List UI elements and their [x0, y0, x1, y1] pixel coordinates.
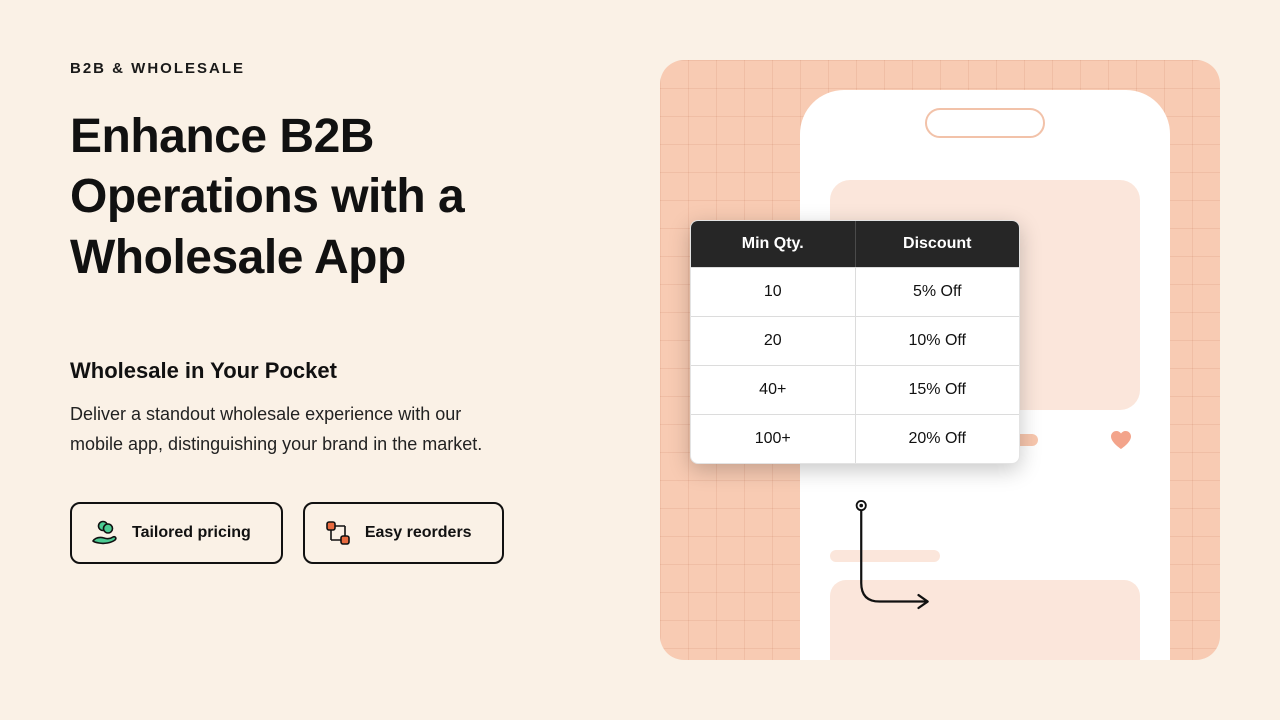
table-row: 100+ 20% Off	[691, 414, 1019, 463]
body-copy: Deliver a standout wholesale experience …	[70, 400, 510, 459]
table-row: 20 10% Off	[691, 316, 1019, 365]
table-header-row: Min Qty. Discount	[691, 221, 1019, 267]
table-cell-discount: 15% Off	[856, 366, 1020, 414]
table-row: 10 5% Off	[691, 267, 1019, 316]
table-header-qty: Min Qty.	[691, 221, 856, 267]
illustration-panel: Min Qty. Discount 10 5% Off 20 10% Off 4…	[660, 60, 1220, 660]
table-cell-discount: 20% Off	[856, 415, 1020, 463]
connector-arrow-icon	[850, 500, 950, 620]
table-header-discount: Discount	[856, 221, 1020, 267]
feature-pill-pricing[interactable]: Tailored pricing	[70, 502, 283, 564]
feature-pill-reorders[interactable]: Easy reorders	[303, 502, 504, 564]
table-cell-discount: 10% Off	[856, 317, 1020, 365]
eyebrow-label: B2B & WHOLESALE	[70, 60, 580, 77]
table-cell-qty: 20	[691, 317, 856, 365]
table-cell-discount: 5% Off	[856, 268, 1020, 316]
phone-notch	[925, 108, 1045, 138]
feature-pill-reorders-label: Easy reorders	[365, 524, 472, 542]
heart-icon	[1110, 430, 1132, 455]
hand-coins-icon	[90, 518, 120, 548]
page-headline: Enhance B2B Operations with a Wholesale …	[70, 107, 580, 288]
reorder-flow-icon	[323, 518, 353, 548]
table-row: 40+ 15% Off	[691, 365, 1019, 414]
feature-pill-pricing-label: Tailored pricing	[132, 524, 251, 542]
table-cell-qty: 10	[691, 268, 856, 316]
table-cell-qty: 40+	[691, 366, 856, 414]
subheadline: Wholesale in Your Pocket	[70, 358, 580, 384]
discount-tier-table: Min Qty. Discount 10 5% Off 20 10% Off 4…	[690, 220, 1020, 464]
table-cell-qty: 100+	[691, 415, 856, 463]
